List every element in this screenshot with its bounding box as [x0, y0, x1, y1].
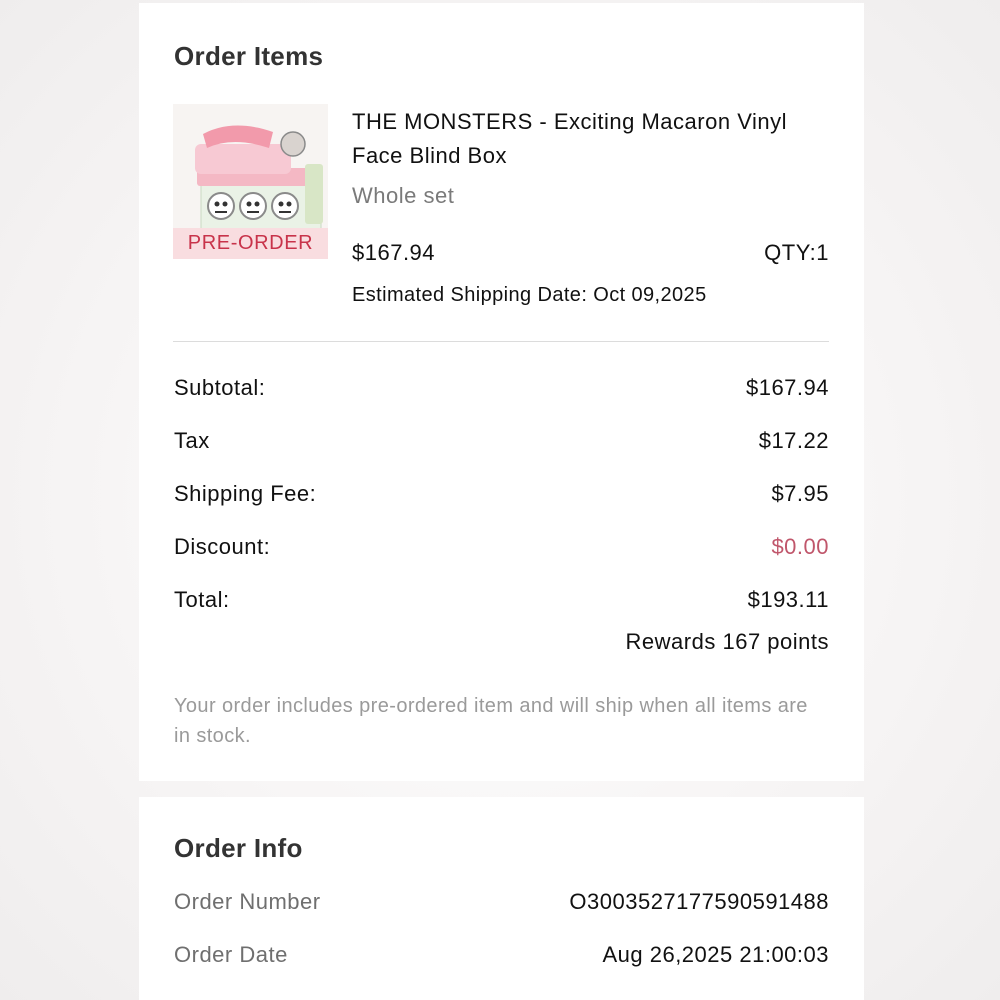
product-quantity: QTY:1	[764, 240, 829, 265]
summary-value: $7.95	[771, 481, 829, 506]
summary-label: Total:	[174, 587, 230, 612]
order-info-card: Order Info Order Number O300352717759059…	[139, 797, 864, 1000]
estimated-shipping-date: Estimated Shipping Date: Oct 09,2025	[352, 284, 707, 306]
discount-value: $0.00	[771, 534, 829, 559]
summary-label: Discount:	[174, 534, 271, 559]
summary-value: $167.94	[745, 375, 829, 400]
summary-value: $17.22	[758, 428, 829, 453]
order-number-label: Order Number	[174, 889, 321, 914]
order-number-row: Order Number O3003527177590591488	[174, 889, 829, 919]
divider	[173, 341, 829, 342]
preorder-badge: PRE-ORDER	[173, 228, 328, 259]
summary-label: Subtotal:	[174, 375, 266, 400]
summary-label: Shipping Fee:	[174, 481, 317, 506]
order-date-value: Aug 26,2025 21:00:03	[602, 942, 829, 967]
order-date-label: Order Date	[174, 942, 288, 967]
rewards-points: Rewards 167 points	[625, 629, 829, 654]
order-items-title: Order Items	[174, 41, 324, 71]
summary-row-subtotal: Subtotal: $167.94	[174, 375, 829, 405]
order-items-card: Order Items PRE-ORDER THE MONSTERS - Exc…	[139, 3, 864, 781]
product-variant: Whole set	[352, 183, 455, 208]
order-date-row: Order Date Aug 26,2025 21:00:03	[174, 942, 829, 972]
summary-row-discount: Discount: $0.00	[174, 534, 829, 564]
product-price: $167.94	[352, 240, 436, 265]
summary-row-tax: Tax $17.22	[174, 428, 829, 458]
order-number-value[interactable]: O3003527177590591488	[569, 889, 829, 915]
order-info-title: Order Info	[174, 833, 303, 863]
product-name[interactable]: THE MONSTERS - Exciting Macaron Vinyl Fa…	[352, 105, 842, 173]
summary-row-shipping-fee: Shipping Fee: $7.95	[174, 481, 829, 511]
summary-row-total: Total: $193.11	[174, 587, 829, 617]
product-thumbnail[interactable]: PRE-ORDER	[173, 104, 328, 259]
summary-label: Tax	[174, 428, 210, 453]
preorder-note: Your order includes pre-ordered item and…	[174, 695, 808, 747]
total-value: $193.11	[747, 587, 829, 612]
